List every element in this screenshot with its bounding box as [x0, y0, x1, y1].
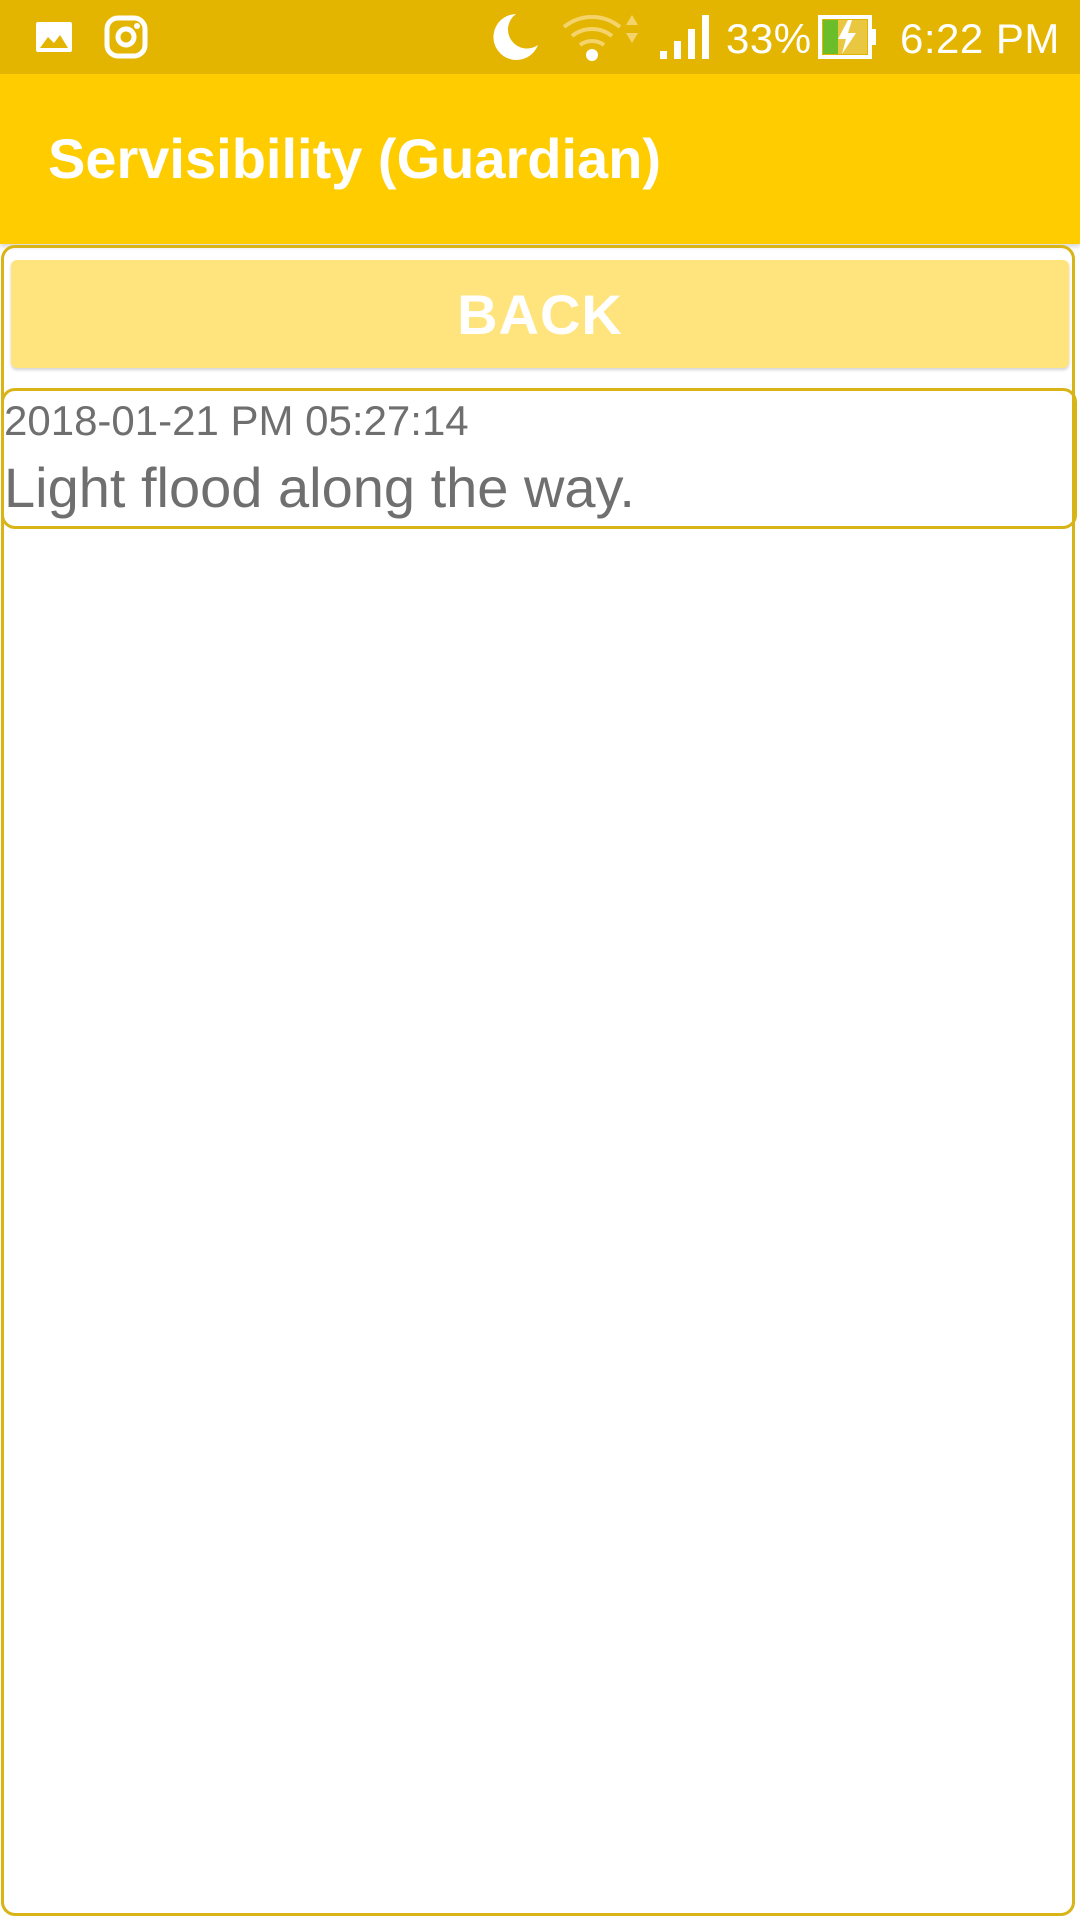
- item-message: Light flood along the way.: [4, 456, 635, 519]
- signal-icon: [658, 0, 714, 74]
- battery-charging-icon: [818, 0, 878, 74]
- item-timestamp: 2018-01-21 PM 05:27:14: [4, 397, 469, 444]
- app-title: Servisibility (Guardian): [48, 127, 662, 190]
- back-button[interactable]: BACK: [11, 260, 1069, 368]
- status-bar: 33% 6:22 PM: [0, 0, 1080, 74]
- clock: 6:22 PM: [900, 15, 1060, 62]
- app-bar: Servisibility (Guardian): [0, 74, 1080, 244]
- battery-percent: 33%: [726, 15, 812, 62]
- instagram-icon: [104, 0, 148, 74]
- moon-icon: [488, 0, 540, 74]
- list-item[interactable]: 2018-01-21 PM 05:27:14 Light flood along…: [1, 388, 1077, 529]
- gallery-icon: [34, 0, 74, 74]
- wifi-icon: [560, 0, 642, 74]
